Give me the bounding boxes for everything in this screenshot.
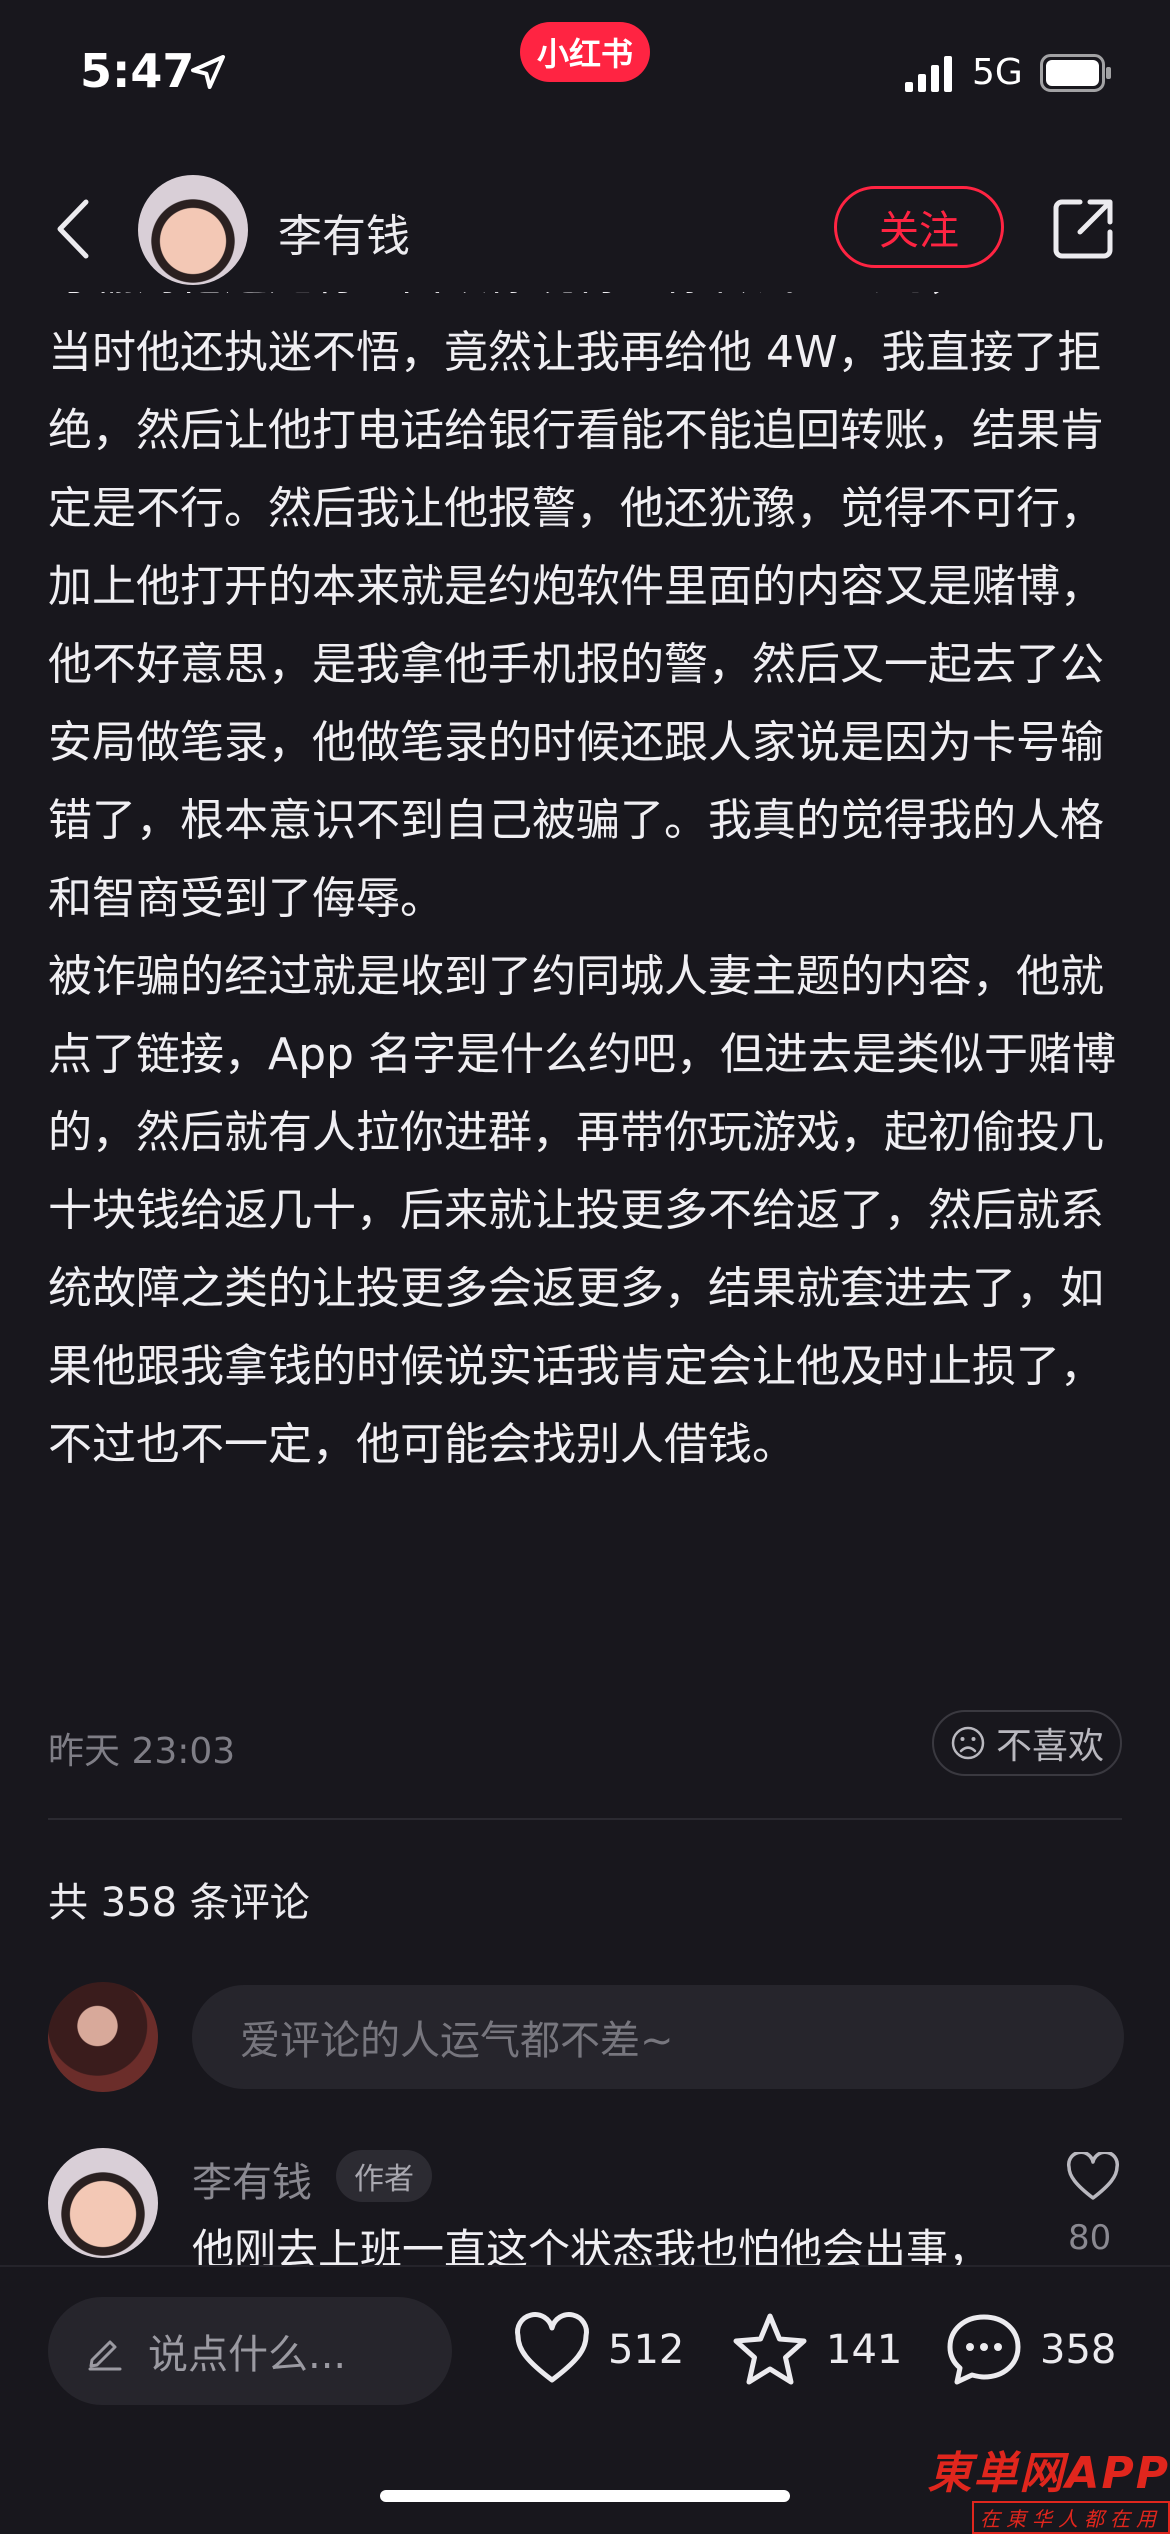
like-button[interactable]: 512	[512, 2310, 684, 2390]
like-count: 512	[608, 2327, 685, 2373]
collect-count: 141	[826, 2327, 903, 2373]
share-icon[interactable]	[1050, 196, 1116, 262]
location-arrow-icon	[191, 55, 225, 89]
author-name[interactable]: 李有钱	[278, 200, 410, 264]
watermark-slogan: 在東华人都在用	[972, 2500, 1170, 2534]
follow-button[interactable]: 关注	[834, 186, 1004, 268]
sad-face-icon	[951, 1726, 985, 1760]
post-time: 昨天 23:03	[48, 1731, 236, 1772]
star-icon	[733, 2313, 807, 2385]
comment-button[interactable]: 358	[944, 2310, 1116, 2390]
post-paragraph-2: 被诈骗的经过就是收到了约同城人妻主题的内容，他就点了链接，App 名字是什么约吧…	[48, 951, 1116, 1470]
say-something-input[interactable]: 说点什么...	[48, 2297, 452, 2405]
post-paragraph-1: 当时他还执迷不悟，竟然让我再给他 4W，我直接了拒绝，然后让他打电话给银行看能不…	[48, 327, 1104, 924]
network-type: 5G	[972, 52, 1023, 93]
author-badge: 作者	[336, 2150, 432, 2202]
comment-like-count: 80	[1068, 2218, 1112, 2258]
brand-logo: 小红书	[520, 22, 650, 82]
dislike-label: 不喜欢	[995, 1726, 1104, 1767]
post-body: 号输对他还是有理由跟你说得让你转钱过去的， 当时他还执迷不悟，竟然让我再给他 4…	[48, 292, 1128, 1687]
comment-heart-icon[interactable]	[1066, 2152, 1120, 2202]
status-time: 5:47	[80, 44, 195, 98]
comment-count: 共 358 条评论	[48, 1880, 310, 1926]
comment-avatar[interactable]	[48, 2148, 158, 2258]
pencil-icon	[88, 2340, 122, 2371]
collect-button[interactable]: 141	[730, 2310, 902, 2390]
my-avatar	[48, 1982, 158, 2092]
say-something-placeholder: 说点什么...	[148, 2332, 347, 2378]
watermark-name: 東単网APP	[927, 2447, 1170, 2499]
divider	[48, 1818, 1122, 1820]
site-watermark: 東単网APP 在東华人都在用	[910, 2438, 1170, 2534]
home-indicator[interactable]	[380, 2490, 790, 2502]
post-partial-line: 号输对他还是有理由跟你说得让你转钱过去的，	[48, 292, 1128, 314]
battery-icon	[1040, 54, 1111, 92]
comment-author-name[interactable]: 李有钱	[192, 2150, 312, 2208]
comment-bubble-icon	[947, 2314, 1021, 2385]
heart-icon	[515, 2312, 589, 2383]
author-avatar[interactable]	[138, 175, 248, 285]
comment-input[interactable]: 爱评论的人运气都不差~	[192, 1985, 1124, 2089]
signal-icon	[905, 56, 952, 92]
back-icon[interactable]	[48, 194, 98, 264]
comment-total-count: 358	[1040, 2327, 1117, 2373]
dislike-button[interactable]: 不喜欢	[932, 1710, 1122, 1776]
